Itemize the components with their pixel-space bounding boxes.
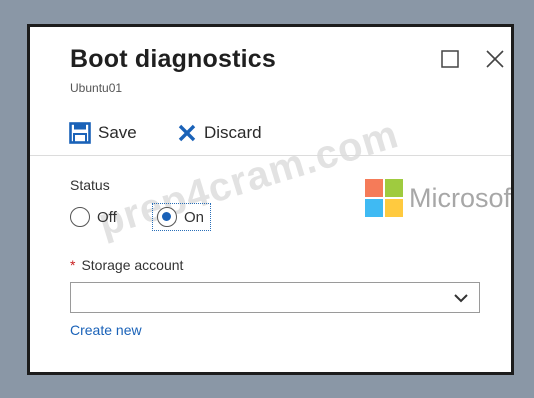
status-radio-on[interactable]: On: [152, 203, 212, 231]
radio-on-label: On: [184, 208, 205, 226]
storage-account-label: * Storage account: [70, 257, 183, 273]
status-radio-off[interactable]: Off: [70, 203, 117, 231]
save-button[interactable]: Save: [69, 121, 137, 145]
create-new-link[interactable]: Create new: [70, 322, 142, 338]
radio-off-indicator: [70, 207, 90, 227]
microsoft-logo-text: Microsoft: [409, 182, 511, 213]
maximize-icon: [441, 50, 459, 68]
microsoft-logo-icon: [365, 179, 403, 217]
maximize-button[interactable]: [438, 47, 462, 71]
status-label: Status: [70, 177, 110, 193]
save-icon: [69, 122, 91, 144]
command-bar: Save Discard: [30, 111, 511, 156]
required-marker: *: [70, 257, 76, 273]
close-icon: [486, 50, 504, 68]
discard-x-icon: [178, 124, 196, 142]
discard-button[interactable]: Discard: [177, 121, 262, 145]
discard-label: Discard: [204, 123, 262, 142]
blade-subtitle: Ubuntu01: [70, 81, 123, 95]
close-button[interactable]: [483, 47, 507, 71]
save-label: Save: [98, 123, 137, 142]
chevron-down-icon: [454, 294, 468, 303]
blade-header: Boot diagnostics Ubuntu01: [30, 27, 511, 107]
boot-diagnostics-blade: Microsoft prep4cram.com Boot diagnostics…: [27, 24, 514, 375]
blade-title: Boot diagnostics: [70, 45, 276, 73]
storage-account-label-text: Storage account: [81, 257, 184, 273]
microsoft-logo: Microsoft: [365, 179, 511, 217]
storage-account-dropdown[interactable]: [70, 282, 480, 313]
radio-off-label: Off: [97, 208, 117, 226]
radio-on-indicator: [157, 207, 177, 227]
